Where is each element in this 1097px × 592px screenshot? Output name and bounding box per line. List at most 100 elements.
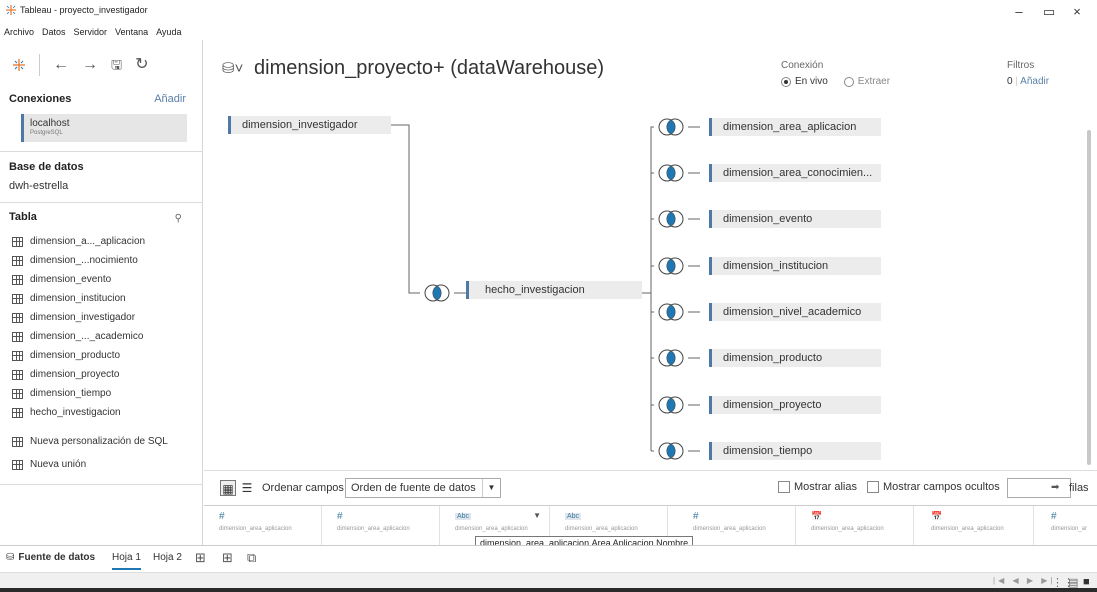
field-column[interactable]: # dimension_ar xyxy=(1036,506,1097,545)
table-box-area-aplicacion[interactable]: dimension_area_aplicacion xyxy=(709,118,881,136)
tab-datasource-label: Fuente de datos xyxy=(18,552,96,563)
table-item[interactable]: dimension_..._academico xyxy=(12,327,145,346)
forward-icon[interactable]: → xyxy=(82,56,98,74)
window-title: Tableau - proyecto_investigador xyxy=(20,5,148,15)
field-column[interactable]: 📅 dimension_area_aplicacion xyxy=(916,506,1034,545)
tab-datasource[interactable]: ⛁ Fuente de datos xyxy=(6,546,95,570)
table-box-producto[interactable]: dimension_producto xyxy=(709,349,881,367)
show-hidden-checkbox[interactable] xyxy=(867,481,879,493)
table-box-nivel-academico[interactable]: dimension_nivel_academico xyxy=(709,303,881,321)
inner-join-icon[interactable] xyxy=(654,396,688,414)
add-connection-link[interactable]: Añadir xyxy=(154,93,186,105)
new-worksheet-icon[interactable]: ⊞ xyxy=(195,550,206,566)
sort-fields-select[interactable]: Orden de fuente de datos ▼ xyxy=(345,478,501,498)
search-icon[interactable]: ⚲ xyxy=(175,213,182,224)
menu-servidor[interactable]: Servidor xyxy=(70,24,112,40)
database-name[interactable]: dwh-estrella xyxy=(9,180,68,192)
tab-sheet1[interactable]: Hoja 1 xyxy=(112,546,141,570)
show-hidden-option[interactable]: Mostrar campos ocultos xyxy=(867,481,1000,493)
table-item[interactable]: dimension_producto xyxy=(12,346,145,365)
new-story-icon[interactable]: ⧉ xyxy=(247,550,256,566)
number-type-icon[interactable]: # xyxy=(1051,511,1057,522)
field-column[interactable]: 📅 dimension_area_aplicacion xyxy=(796,506,914,545)
table-name: dimension_..._academico xyxy=(30,331,144,342)
string-type-icon[interactable]: Abc xyxy=(455,513,472,520)
number-type-icon[interactable]: # xyxy=(337,511,343,522)
inner-join-icon[interactable] xyxy=(654,442,688,460)
arrow-right-icon[interactable]: ➡ xyxy=(1051,482,1059,493)
table-name: dimension_a..._aplicacion xyxy=(30,236,146,247)
string-type-icon[interactable]: Abc xyxy=(565,513,582,520)
table-item[interactable]: dimension_...nocimiento xyxy=(12,251,145,270)
field-column[interactable]: # dimension_area_aplicacion xyxy=(322,506,440,545)
rows-label: filas xyxy=(1069,482,1089,494)
connection-localhost[interactable]: localhost PostgreSQL xyxy=(21,114,187,142)
inner-join-icon[interactable] xyxy=(420,284,454,302)
back-icon[interactable]: ← xyxy=(53,56,69,74)
table-box-dimension-investigador[interactable]: dimension_investigador xyxy=(228,116,391,134)
tab-sheet2[interactable]: Hoja 2 xyxy=(153,546,182,570)
canvas-scrollbar[interactable] xyxy=(1087,130,1091,465)
inner-join-icon[interactable] xyxy=(654,210,688,228)
maximize-button[interactable]: ▭ xyxy=(1035,4,1063,20)
menu-archivo[interactable]: Archivo xyxy=(0,24,38,40)
menu-ventana[interactable]: Ventana xyxy=(111,24,152,40)
table-box-proyecto[interactable]: dimension_proyecto xyxy=(709,396,881,414)
table-item[interactable]: hecho_investigacion xyxy=(12,403,145,422)
menu-ayuda[interactable]: Ayuda xyxy=(152,24,185,40)
refresh-icon[interactable]: ↻ xyxy=(135,56,148,74)
table-icon xyxy=(12,331,23,342)
inner-join-icon[interactable] xyxy=(654,303,688,321)
grid-view-icon[interactable]: ▦ xyxy=(220,480,236,496)
number-type-icon[interactable]: # xyxy=(219,511,225,522)
table-item[interactable]: dimension_investigador xyxy=(12,308,145,327)
inner-join-icon[interactable] xyxy=(654,257,688,275)
tabs-view-icon[interactable]: ■ xyxy=(1083,576,1090,588)
show-alias-checkbox[interactable] xyxy=(778,481,790,493)
table-box-tiempo[interactable]: dimension_tiempo xyxy=(709,442,881,460)
table-box-evento[interactable]: dimension_evento xyxy=(709,210,881,228)
field-column[interactable]: # dimension_area_aplicacion xyxy=(204,506,322,545)
minimize-button[interactable]: – xyxy=(1005,4,1033,19)
field-column[interactable]: # dimension_area_aplicacion xyxy=(678,506,796,545)
table-name: dimension_institucion xyxy=(30,293,126,304)
table-item[interactable]: dimension_a..._aplicacion xyxy=(12,232,145,251)
table-box-area-conocimiento[interactable]: dimension_area_conocimien... xyxy=(709,164,881,182)
table-icon xyxy=(12,293,23,304)
table-item[interactable]: dimension_evento xyxy=(12,270,145,289)
inner-join-icon[interactable] xyxy=(654,164,688,182)
new-dashboard-icon[interactable]: ⊞ xyxy=(222,550,233,566)
tableau-home-icon[interactable] xyxy=(12,58,26,72)
menu-datos[interactable]: Datos xyxy=(38,24,70,40)
table-icon xyxy=(12,388,23,399)
custom-sql-label: Nueva personalización de SQL xyxy=(30,436,168,447)
table-item[interactable]: dimension_proyecto xyxy=(12,365,145,384)
field-source: dimension_area_aplicacion xyxy=(337,526,410,532)
field-source: dimension_area_aplicacion xyxy=(693,526,766,532)
chevron-down-icon[interactable]: ▼ xyxy=(533,511,541,520)
grid-toolbar: ▦ ☰ Ordenar campos Orden de fuente de da… xyxy=(204,470,1097,505)
sort-fields-value: Orden de fuente de datos xyxy=(351,482,476,494)
database-title: Base de datos xyxy=(9,161,84,173)
save-icon[interactable]: 🖫 xyxy=(111,56,122,74)
number-type-icon[interactable]: # xyxy=(693,511,699,522)
rows-input[interactable] xyxy=(1007,478,1071,498)
show-alias-option[interactable]: Mostrar alias xyxy=(778,481,857,493)
table-icon xyxy=(12,274,23,285)
inner-join-icon[interactable] xyxy=(654,349,688,367)
inner-join-icon[interactable] xyxy=(654,118,688,136)
new-custom-sql[interactable]: Nueva personalización de SQL xyxy=(12,430,168,453)
table-item[interactable]: dimension_institucion xyxy=(12,289,145,308)
close-button[interactable]: × xyxy=(1063,4,1091,19)
sheet-navigation-icon[interactable]: |◀ ◀ ▶ ▶| xyxy=(993,576,1055,585)
table-item[interactable]: dimension_tiempo xyxy=(12,384,145,403)
field-source: dimension_area_aplicacion xyxy=(811,526,884,532)
date-type-icon[interactable]: 📅 xyxy=(931,511,942,522)
table-box-hecho-investigacion[interactable]: hecho_investigacion xyxy=(466,281,642,299)
data-pane: ← → 🖫 ↻ Conexiones Añadir localhost Post… xyxy=(0,40,203,545)
table-box-institucion[interactable]: dimension_institucion xyxy=(709,257,881,275)
date-type-icon[interactable]: 📅 xyxy=(811,511,822,522)
new-union[interactable]: Nueva unión xyxy=(12,453,168,476)
tableau-logo-icon xyxy=(6,5,16,15)
list-view-icon[interactable]: ☰ xyxy=(239,480,255,496)
